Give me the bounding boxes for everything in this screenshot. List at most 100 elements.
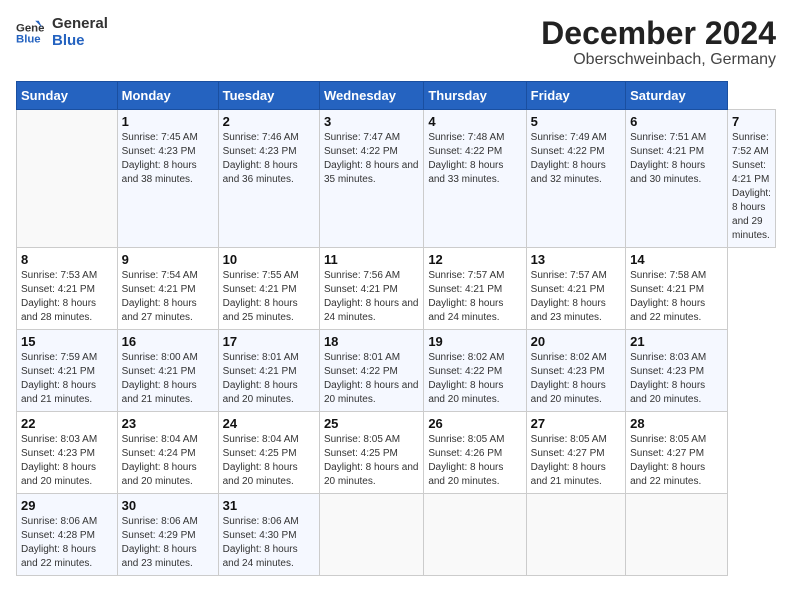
title-area: December 2024 Oberschweinbach, Germany	[541, 16, 776, 69]
day-number: 31	[223, 498, 315, 513]
day-info: Sunrise: 7:47 AMSunset: 4:22 PMDaylight:…	[324, 131, 419, 187]
calendar-cell: 9Sunrise: 7:54 AMSunset: 4:21 PMDaylight…	[117, 248, 218, 330]
day-number: 12	[428, 252, 521, 267]
calendar-cell	[526, 494, 625, 576]
day-info: Sunrise: 8:02 AMSunset: 4:22 PMDaylight:…	[428, 351, 521, 407]
calendar-week-1: 1 Sunrise: 7:45 AMSunset: 4:23 PMDaylight…	[17, 110, 776, 248]
calendar-cell: 24 Sunrise: 8:04 AMSunset: 4:25 PMDayligh…	[218, 412, 319, 494]
day-number: 2	[223, 114, 315, 129]
calendar-cell: 20 Sunrise: 8:02 AMSunset: 4:23 PMDayligh…	[526, 330, 625, 412]
day-info: Sunrise: 8:06 AMSunset: 4:28 PMDaylight:…	[21, 515, 113, 571]
day-info: Sunrise: 7:57 AMSunset: 4:21 PMDaylight:…	[531, 269, 621, 325]
day-number: 21	[630, 334, 723, 349]
day-number: 10	[223, 252, 315, 267]
svg-text:Blue: Blue	[16, 33, 41, 45]
calendar-cell	[319, 494, 423, 576]
calendar-cell	[424, 494, 526, 576]
calendar-cell: 3 Sunrise: 7:47 AMSunset: 4:22 PMDaylight…	[319, 110, 423, 248]
day-number: 5	[531, 114, 621, 129]
calendar-cell: 13 Sunrise: 7:57 AMSunset: 4:21 PMDayligh…	[526, 248, 625, 330]
calendar-week-3: 15 Sunrise: 7:59 AMSunset: 4:21 PMDayligh…	[17, 330, 776, 412]
weekday-header-sunday: Sunday	[17, 82, 118, 110]
day-number: 20	[531, 334, 621, 349]
day-info: Sunrise: 8:01 AMSunset: 4:21 PMDaylight:…	[223, 351, 315, 407]
calendar-cell: 27 Sunrise: 8:05 AMSunset: 4:27 PMDayligh…	[526, 412, 625, 494]
day-info: Sunrise: 7:52 AMSunset: 4:21 PMDaylight:…	[732, 131, 771, 243]
day-info: Sunrise: 7:51 AMSunset: 4:21 PMDaylight:…	[630, 131, 723, 187]
day-info: Sunrise: 8:06 AMSunset: 4:30 PMDaylight:…	[223, 515, 315, 571]
day-info: Sunrise: 7:49 AMSunset: 4:22 PMDaylight:…	[531, 131, 621, 187]
day-number: 7	[732, 114, 771, 129]
calendar-cell: 29 Sunrise: 8:06 AMSunset: 4:28 PMDayligh…	[17, 494, 118, 576]
calendar-cell: 8 Sunrise: 7:53 AMSunset: 4:21 PMDaylight…	[17, 248, 118, 330]
calendar-week-5: 29 Sunrise: 8:06 AMSunset: 4:28 PMDayligh…	[17, 494, 776, 576]
day-number: 6	[630, 114, 723, 129]
day-number: 23	[122, 416, 214, 431]
calendar-cell: 11Sunrise: 7:56 AMSunset: 4:21 PMDayligh…	[319, 248, 423, 330]
day-info: Sunrise: 7:53 AMSunset: 4:21 PMDaylight:…	[21, 269, 113, 325]
logo-line2: Blue	[52, 33, 108, 50]
calendar-cell: 5 Sunrise: 7:49 AMSunset: 4:22 PMDaylight…	[526, 110, 625, 248]
calendar-cell: 16Sunrise: 8:00 AMSunset: 4:21 PMDayligh…	[117, 330, 218, 412]
weekday-header-saturday: Saturday	[626, 82, 728, 110]
day-info: Sunrise: 8:03 AMSunset: 4:23 PMDaylight:…	[630, 351, 723, 407]
calendar-week-2: 8 Sunrise: 7:53 AMSunset: 4:21 PMDaylight…	[17, 248, 776, 330]
day-info: Sunrise: 7:46 AMSunset: 4:23 PMDaylight:…	[223, 131, 315, 187]
day-info: Sunrise: 7:54 AMSunset: 4:21 PMDaylight:…	[122, 269, 214, 325]
day-info: Sunrise: 8:02 AMSunset: 4:23 PMDaylight:…	[531, 351, 621, 407]
weekday-header-row: SundayMondayTuesdayWednesdayThursdayFrid…	[17, 82, 776, 110]
day-number: 13	[531, 252, 621, 267]
calendar-cell: 19 Sunrise: 8:02 AMSunset: 4:22 PMDayligh…	[424, 330, 526, 412]
day-info: Sunrise: 8:05 AMSunset: 4:25 PMDaylight:…	[324, 433, 419, 489]
day-number: 1	[122, 114, 214, 129]
calendar-week-4: 22 Sunrise: 8:03 AMSunset: 4:23 PMDayligh…	[17, 412, 776, 494]
day-info: Sunrise: 8:00 AMSunset: 4:21 PMDaylight:…	[122, 351, 214, 407]
day-info: Sunrise: 8:01 AMSunset: 4:22 PMDaylight:…	[324, 351, 419, 407]
calendar-cell	[626, 494, 728, 576]
day-number: 8	[21, 252, 113, 267]
day-number: 26	[428, 416, 521, 431]
day-info: Sunrise: 8:05 AMSunset: 4:27 PMDaylight:…	[531, 433, 621, 489]
calendar-cell: 4Sunrise: 7:48 AMSunset: 4:22 PMDaylight…	[424, 110, 526, 248]
day-info: Sunrise: 7:55 AMSunset: 4:21 PMDaylight:…	[223, 269, 315, 325]
calendar-cell: 17 Sunrise: 8:01 AMSunset: 4:21 PMDayligh…	[218, 330, 319, 412]
weekday-header-monday: Monday	[117, 82, 218, 110]
day-info: Sunrise: 7:57 AMSunset: 4:21 PMDaylight:…	[428, 269, 521, 325]
calendar-cell: 12 Sunrise: 7:57 AMSunset: 4:21 PMDayligh…	[424, 248, 526, 330]
calendar-cell	[17, 110, 118, 248]
day-info: Sunrise: 7:45 AMSunset: 4:23 PMDaylight:…	[122, 131, 214, 187]
day-info: Sunrise: 7:59 AMSunset: 4:21 PMDaylight:…	[21, 351, 113, 407]
day-number: 24	[223, 416, 315, 431]
calendar-cell: 2 Sunrise: 7:46 AMSunset: 4:23 PMDaylight…	[218, 110, 319, 248]
day-info: Sunrise: 7:56 AMSunset: 4:21 PMDaylight:…	[324, 269, 419, 325]
day-number: 15	[21, 334, 113, 349]
day-info: Sunrise: 8:04 AMSunset: 4:25 PMDaylight:…	[223, 433, 315, 489]
header: General Blue General Blue December 2024 …	[16, 16, 776, 69]
calendar-cell: 7 Sunrise: 7:52 AMSunset: 4:21 PMDaylight…	[728, 110, 776, 248]
day-info: Sunrise: 7:58 AMSunset: 4:21 PMDaylight:…	[630, 269, 723, 325]
day-number: 4	[428, 114, 521, 129]
calendar-cell: 15 Sunrise: 7:59 AMSunset: 4:21 PMDayligh…	[17, 330, 118, 412]
day-number: 17	[223, 334, 315, 349]
calendar-cell: 28Sunrise: 8:05 AMSunset: 4:27 PMDayligh…	[626, 412, 728, 494]
day-number: 19	[428, 334, 521, 349]
calendar-cell: 14Sunrise: 7:58 AMSunset: 4:21 PMDayligh…	[626, 248, 728, 330]
calendar-cell: 22 Sunrise: 8:03 AMSunset: 4:23 PMDayligh…	[17, 412, 118, 494]
day-info: Sunrise: 8:05 AMSunset: 4:27 PMDaylight:…	[630, 433, 723, 489]
day-number: 25	[324, 416, 419, 431]
calendar-subtitle: Oberschweinbach, Germany	[541, 51, 776, 69]
calendar-cell: 6 Sunrise: 7:51 AMSunset: 4:21 PMDaylight…	[626, 110, 728, 248]
weekday-header-tuesday: Tuesday	[218, 82, 319, 110]
weekday-header-friday: Friday	[526, 82, 625, 110]
calendar-cell: 23Sunrise: 8:04 AMSunset: 4:24 PMDayligh…	[117, 412, 218, 494]
day-number: 3	[324, 114, 419, 129]
day-number: 29	[21, 498, 113, 513]
calendar-cell: 21 Sunrise: 8:03 AMSunset: 4:23 PMDayligh…	[626, 330, 728, 412]
logo-icon: General Blue	[16, 19, 44, 47]
day-number: 22	[21, 416, 113, 431]
day-info: Sunrise: 8:03 AMSunset: 4:23 PMDaylight:…	[21, 433, 113, 489]
weekday-header-wednesday: Wednesday	[319, 82, 423, 110]
day-number: 27	[531, 416, 621, 431]
logo: General Blue General Blue	[16, 16, 108, 49]
calendar-cell: 26Sunrise: 8:05 AMSunset: 4:26 PMDayligh…	[424, 412, 526, 494]
